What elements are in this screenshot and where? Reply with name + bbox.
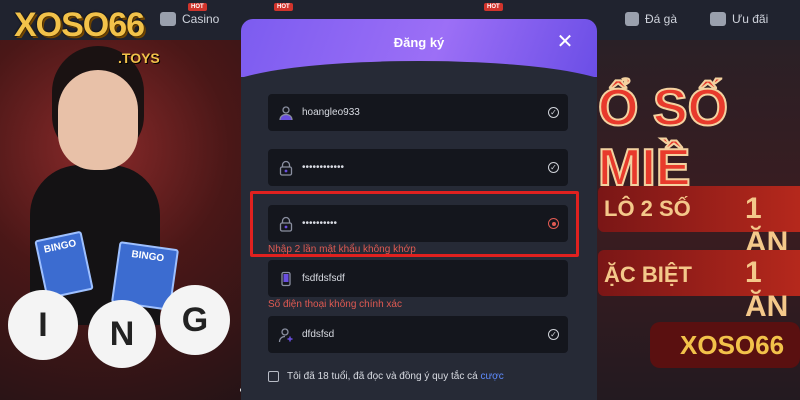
banner-headline: Ổ SỐ MIỀ [597, 78, 729, 198]
phone-icon [281, 271, 291, 286]
nav-label: Casino [182, 12, 220, 26]
username-value: hoangleo933 [302, 107, 360, 118]
phone-error: Số điện thoại không chính xác [268, 299, 402, 310]
nav-label: Đá gà [645, 12, 678, 26]
modal-header: Đăng ký ✕ [241, 19, 597, 91]
check-icon: ✓ [548, 162, 559, 173]
nav-label: Ưu đãi [732, 12, 769, 26]
phone-value: fsdfdsfsdf [302, 273, 345, 284]
add-user-icon [278, 327, 293, 342]
referral-value: dfdsfsd [302, 329, 335, 340]
lock-icon [279, 160, 293, 176]
promo-label: ẶC BIỆT [604, 262, 692, 287]
banner-model-head [58, 70, 138, 170]
hot-badge: HOT [188, 3, 207, 11]
banner-footer-logo: XOSO66 [650, 322, 800, 368]
check-icon: ✓ [548, 107, 559, 118]
hot-badge: HOT [274, 3, 293, 11]
terms-row: Tôi đã 18 tuổi, đã đọc và đồng ý quy tắc… [268, 371, 504, 382]
promo-label: LÔ 2 SỐ [604, 196, 691, 221]
user-icon [279, 105, 293, 120]
promo-value: 1 ĂN [745, 256, 789, 323]
rooster-icon [625, 12, 639, 26]
password-value: •••••••••••• [302, 162, 345, 173]
bingo-ball: N [88, 300, 156, 368]
nav-item-casino[interactable]: Casino HOT [160, 3, 220, 26]
terms-text: Tôi đã 18 tuổi, đã đọc và đồng ý quy tắc… [287, 371, 504, 382]
hot-badge: HOT [484, 3, 503, 11]
username-field[interactable]: hoangleo933 ✓ [268, 94, 568, 131]
nav-item-uu-dai[interactable]: Ưu đãi [710, 12, 768, 26]
close-button[interactable]: ✕ [555, 31, 575, 51]
site-logo-domain: .TOYS [118, 50, 160, 66]
terms-checkbox[interactable] [268, 371, 279, 382]
bingo-ball: I [8, 290, 78, 360]
error-highlight-box [250, 191, 579, 257]
check-icon: ✓ [548, 329, 559, 340]
password-field[interactable]: •••••••••••• ✓ [268, 149, 568, 186]
casino-icon [160, 12, 176, 26]
phone-field[interactable]: fsdfdsfsdf [268, 260, 568, 297]
gift-icon [710, 12, 726, 26]
site-logo[interactable]: XOSO66 [14, 6, 145, 45]
modal-title: Đăng ký [393, 35, 445, 50]
referral-field[interactable]: dfdsfsd ✓ [268, 316, 568, 353]
nav-item-da-ga[interactable]: Đá gà [625, 12, 677, 26]
bingo-ball: G [160, 285, 230, 355]
terms-link[interactable]: cược [480, 371, 503, 382]
